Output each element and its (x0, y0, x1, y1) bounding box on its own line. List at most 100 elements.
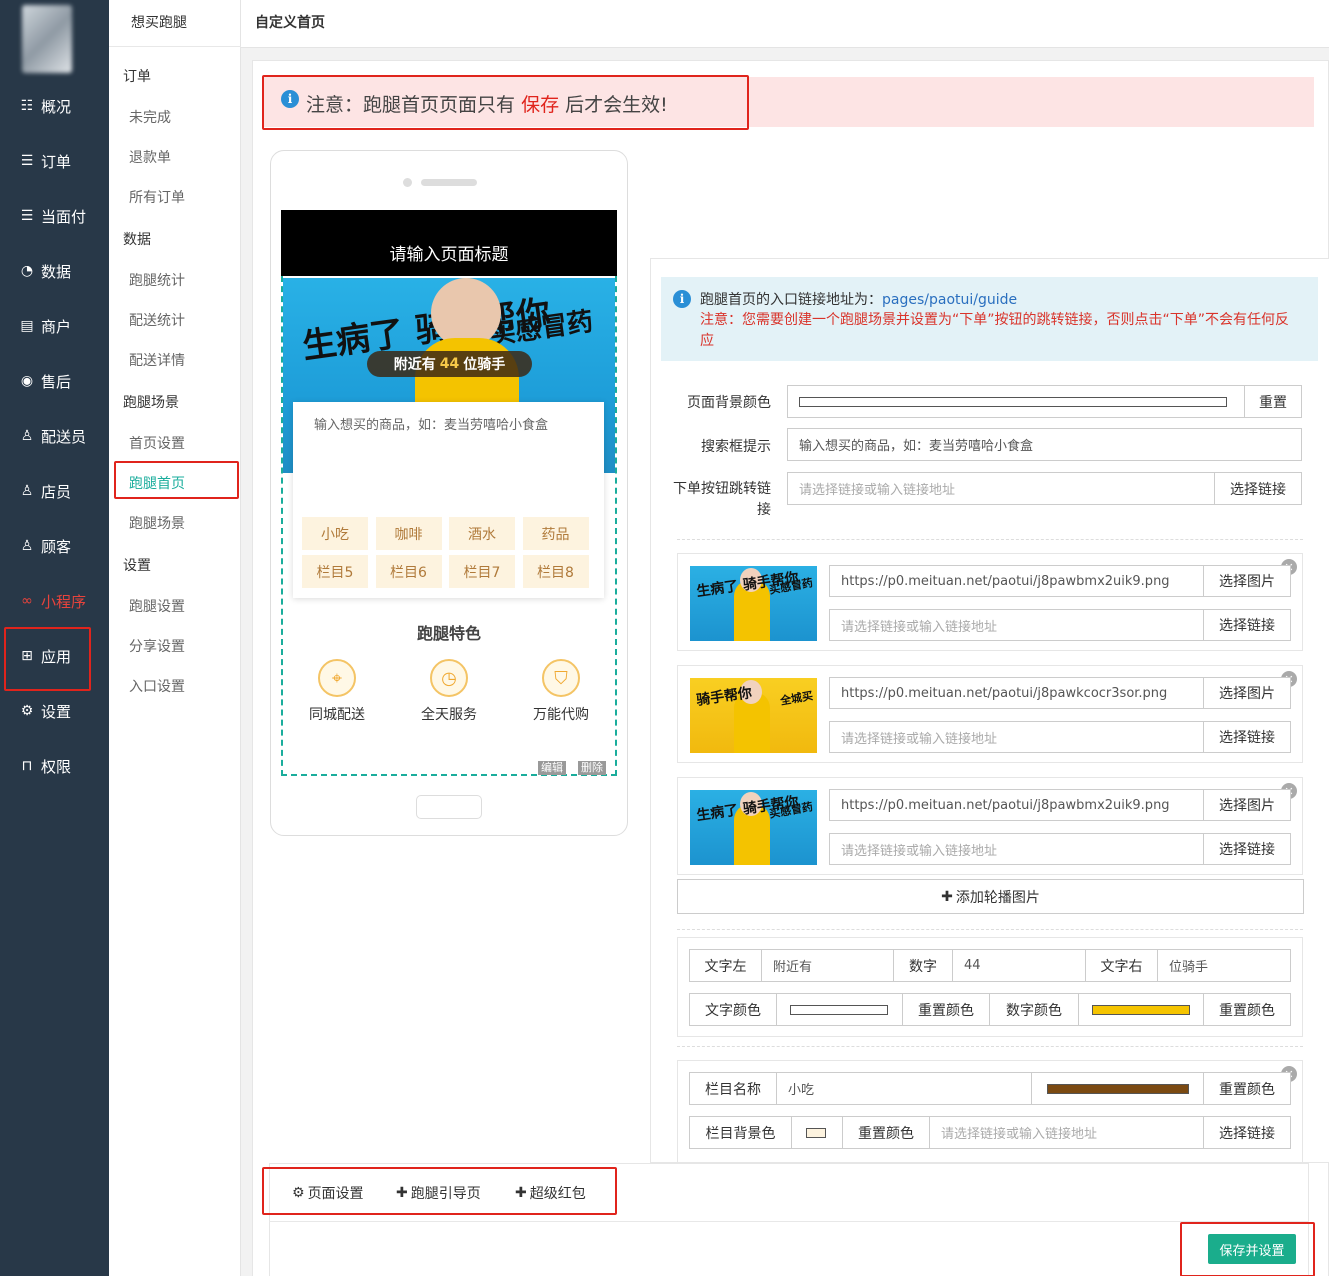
number-input[interactable]: 44 (952, 949, 1086, 982)
nav-item-clerk[interactable]: ♙ 店员 (0, 471, 109, 511)
slide-image-url-input[interactable]: https://p0.meituan.net/paotui/j8pawbmx2u… (829, 565, 1204, 597)
bg-color-label: 页面背景颜色 (687, 395, 771, 411)
highlight-box (262, 75, 749, 130)
sub-item[interactable]: 未完成 (129, 107, 171, 127)
page-title: 自定义首页 (255, 15, 325, 31)
column-choose-link-button[interactable]: 选择链接 (1203, 1116, 1291, 1149)
phone-page-title[interactable]: 请输入页面标题 (281, 210, 617, 276)
nav-item-label: 店员 (41, 482, 72, 501)
search-hint-input[interactable]: 输入想买的商品，如：麦当劳嘻哈小食盒 (787, 428, 1302, 461)
plus-icon: ✚ (941, 888, 953, 905)
nav-item-mini-program[interactable]: ∞ 小程序 (0, 581, 109, 621)
search-hint-label: 搜索框提示 (701, 439, 771, 455)
column-bg-color-input[interactable] (791, 1116, 843, 1149)
slide-choose-link-button[interactable]: 选择链接 (1203, 609, 1291, 641)
category-item[interactable]: 酒水 (449, 517, 515, 550)
text-right-label: 文字右 (1085, 949, 1158, 982)
nav-item-order[interactable]: ☰ 订单 (0, 141, 109, 181)
entry-link-line: 跑腿首页的入口链接地址为：pages/paotui/guide (700, 289, 1017, 309)
entry-link-warning: 注意：您需要创建一个跑腿场景并设置为“下单”按钮的跳转链接，否则点击“下单”不会… (700, 312, 1290, 349)
nav-item-label: 数据 (41, 262, 72, 281)
nav-item-label: 订单 (41, 152, 72, 171)
order-choose-link-button[interactable]: 选择链接 (1214, 472, 1302, 505)
order-link-input[interactable]: 请选择链接或输入链接地址 (787, 472, 1215, 505)
number-color-input[interactable] (1078, 993, 1204, 1026)
avatar[interactable] (22, 5, 72, 73)
reset-text-color-button[interactable]: 重置颜色 (902, 993, 990, 1026)
column-name-color-input[interactable] (1031, 1072, 1204, 1105)
text-right-input[interactable]: 位骑手 (1157, 949, 1291, 982)
add-slide-button[interactable]: ✚ 添加轮播图片 (677, 879, 1304, 914)
entry-link-prefix: 跑腿首页的入口链接地址为： (700, 292, 882, 308)
column-name-label: 栏目名称 (689, 1072, 777, 1105)
nav-item-chart[interactable]: ◔ 数据 (0, 251, 109, 291)
delete-module-button[interactable]: 删除 (578, 761, 606, 775)
text-left-input[interactable]: 附近有 (761, 949, 894, 982)
slide-link-input[interactable]: 请选择链接或输入链接地址 (829, 721, 1204, 753)
sub-item[interactable]: 配送详情 (129, 350, 185, 370)
nav-item-face-pay[interactable]: ☰ 当面付 (0, 196, 109, 236)
clock-icon: ◷ (430, 659, 468, 697)
column-name-input[interactable]: 小吃 (776, 1072, 1032, 1105)
sub-item[interactable]: 配送统计 (129, 310, 185, 330)
category-item[interactable]: 栏目6 (375, 555, 442, 588)
nav-item-label: 商户 (41, 317, 72, 336)
column-link-input[interactable]: 请选择链接或输入链接地址 (929, 1116, 1204, 1149)
nav-item-settings[interactable]: ⚙ 设置 (0, 691, 109, 731)
sub-heading: 订单 (123, 69, 151, 85)
category-item[interactable]: 栏目8 (522, 555, 589, 588)
reset-column-bg-button[interactable]: 重置颜色 (842, 1116, 930, 1149)
sub-item[interactable]: 首页设置 (129, 433, 185, 453)
order-link-label: 下单按钮跳转链接 (673, 481, 771, 518)
edit-module-button[interactable]: 编辑 (538, 761, 566, 775)
nav-item-shop[interactable]: ▤ 商户 (0, 306, 109, 346)
slide-image-url-input[interactable]: https://p0.meituan.net/paotui/j8pawbmx2u… (829, 789, 1204, 821)
text-color-label: 文字颜色 (689, 993, 777, 1026)
sub-heading: 设置 (123, 558, 151, 574)
nav-item-customer[interactable]: ♙ 顾客 (0, 526, 109, 566)
category-item[interactable]: 药品 (522, 517, 589, 550)
sub-item[interactable]: 入口设置 (129, 676, 185, 696)
category-item[interactable]: 咖啡 (375, 517, 442, 550)
sub-item[interactable]: 分享设置 (129, 636, 185, 656)
sub-heading: 数据 (123, 232, 151, 248)
category-item[interactable]: 栏目7 (449, 555, 515, 588)
nav-item-lock[interactable]: ⊓ 权限 (0, 746, 109, 786)
nav-item-dashboard[interactable]: ☷ 概况 (0, 86, 109, 126)
nav-item-courier[interactable]: ♙ 配送员 (0, 416, 109, 456)
sub-item[interactable]: 跑腿设置 (129, 596, 185, 616)
slide-choose-link-button[interactable]: 选择链接 (1203, 833, 1291, 865)
sub-item[interactable]: 所有订单 (129, 187, 185, 207)
sub-item[interactable]: 退款单 (129, 147, 171, 167)
top-bar (241, 0, 1329, 48)
phone-search-text[interactable]: 输入想买的商品，如：麦当劳嘻哈小食盒 (314, 416, 554, 436)
highlight-box (4, 627, 91, 691)
reset-column-name-color-button[interactable]: 重置颜色 (1203, 1072, 1291, 1105)
slide-choose-link-button[interactable]: 选择链接 (1203, 721, 1291, 753)
divider (677, 1046, 1303, 1047)
nav-item-label: 小程序 (41, 592, 87, 611)
slide-choose-image-button[interactable]: 选择图片 (1203, 565, 1291, 597)
info-icon: i (673, 290, 691, 308)
slide-thumbnail: 生病了 骑手帮你 买感冒药 (690, 790, 817, 865)
category-item[interactable]: 栏目5 (302, 555, 368, 588)
slide-thumb-text: 全城买 (779, 689, 814, 708)
features-title: 跑腿特色 (416, 624, 481, 643)
sub-item[interactable]: 跑腿场景 (129, 513, 185, 533)
slide-image-url-input[interactable]: https://p0.meituan.net/paotui/j8pawkcocr… (829, 677, 1204, 709)
text-color-input[interactable] (776, 993, 903, 1026)
reset-bg-button[interactable]: 重置 (1244, 385, 1302, 418)
slide-choose-image-button[interactable]: 选择图片 (1203, 789, 1291, 821)
slide-choose-image-button[interactable]: 选择图片 (1203, 677, 1291, 709)
bg-color-input[interactable] (787, 385, 1245, 418)
slide-link-input[interactable]: 请选择链接或输入链接地址 (829, 609, 1204, 641)
slide-link-input[interactable]: 请选择链接或输入链接地址 (829, 833, 1204, 865)
category-item[interactable]: 小吃 (302, 517, 368, 550)
nav-item-after-sale[interactable]: ◉ 售后 (0, 361, 109, 401)
highlight-box (1180, 1222, 1315, 1277)
sub-item[interactable]: 跑腿统计 (129, 270, 185, 290)
text-left-label: 文字左 (689, 949, 762, 982)
sub-sidebar-title: 想买跑腿 (131, 15, 187, 31)
reset-number-color-button[interactable]: 重置颜色 (1203, 993, 1291, 1026)
entry-link[interactable]: pages/paotui/guide (882, 292, 1017, 308)
